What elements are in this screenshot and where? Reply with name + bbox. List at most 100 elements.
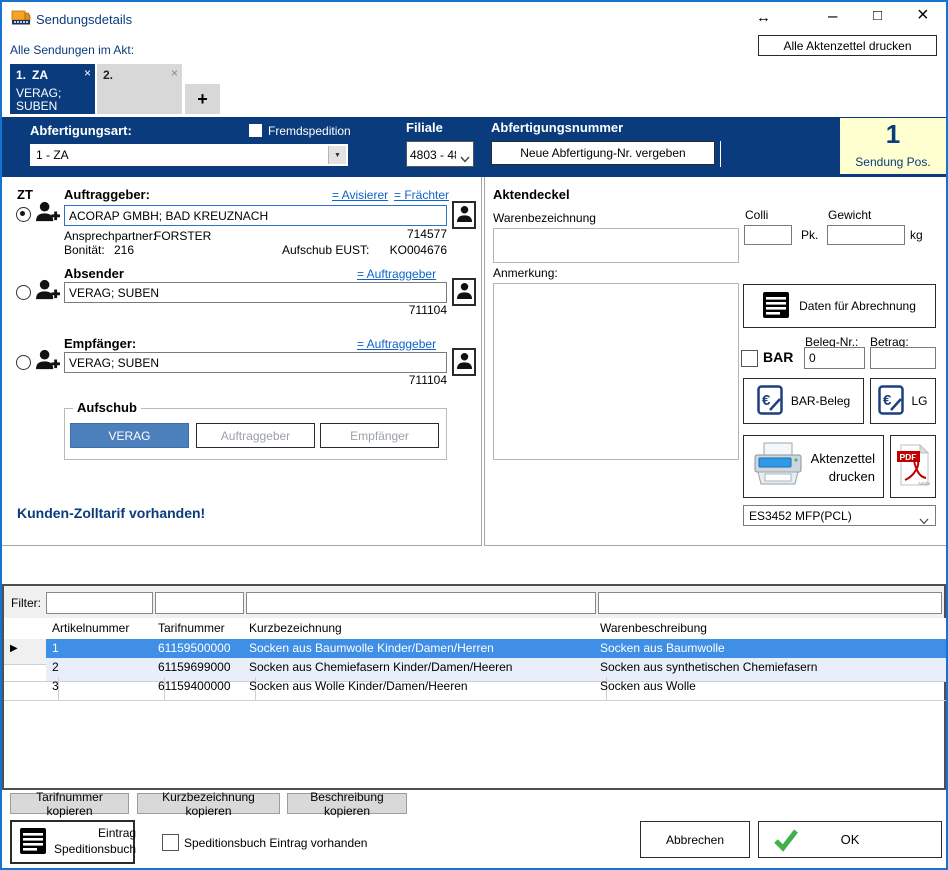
aufschub-label: Aufschub [73,400,141,415]
add-contact-icon[interactable] [35,348,60,376]
lg-label: LG [911,394,927,408]
table-row-cell[interactable]: Socken aus Wolle Kinder/Damen/Heeren [243,677,607,701]
beleg-nr-input[interactable] [804,347,865,369]
filiale-value: 4803 - 480 [410,148,456,162]
eintrag-speditionsbuch-button[interactable]: Eintrag Speditionsbuch [10,820,135,864]
svg-text:€: € [762,392,771,409]
auftraggeber-contact-button[interactable] [452,201,476,229]
aufschub-empfaenger-button[interactable]: Empfänger [320,423,439,448]
empfaenger-contact-button[interactable] [452,348,476,376]
absender-auftraggeber-link[interactable]: = Auftraggeber [357,267,436,281]
tab-1-line2: VERAG; [16,86,61,100]
dropdown-arrow-icon[interactable]: ▼ [328,146,346,164]
abfertigungsart-value: 1 - ZA [36,148,69,162]
absender-contact-button[interactable] [452,278,476,306]
daten-abrechnung-button[interactable]: Daten für Abrechnung [743,284,936,328]
filter-tarifnummer-input[interactable] [155,592,244,614]
person-icon [457,282,472,302]
aufschub-eust-label: Aufschub EUST: [282,243,369,257]
absender-radio[interactable] [16,285,31,300]
sendung-pos-label: Sendung Pos. [840,155,946,169]
auftraggeber-input[interactable] [64,205,447,226]
sendungen-im-akt-label: Alle Sendungen im Akt: [10,43,134,57]
ok-label: OK [841,832,860,847]
empfaenger-auftraggeber-link[interactable]: = Auftraggeber [357,337,436,351]
aufschub-auftraggeber-button[interactable]: Auftraggeber [196,423,315,448]
list-icon [763,292,789,321]
filter-warenbeschreibung-input[interactable] [598,592,942,614]
truck-icon [11,9,31,32]
colli-input[interactable] [744,225,792,245]
minimize-icon[interactable]: – [828,7,837,24]
pdf-button[interactable]: PDF Adobe [890,435,936,498]
bar-checkbox[interactable] [741,350,758,367]
copy-beschreibung-button[interactable]: Beschreibung kopieren [287,793,407,814]
bar-beleg-label: BAR-Beleg [791,394,850,408]
toolbar-divider [720,141,721,167]
neue-abfertigung-button[interactable]: Neue Abfertigung-Nr. vergeben [491,141,715,165]
resize-icon[interactable]: ↔ [756,10,771,25]
speditionsbuch-label: Eintrag Speditionsbuch [54,826,136,857]
tab-1-line3: SUBEN [16,99,57,113]
fraechter-link[interactable]: = Frächter [394,188,449,202]
zt-label: ZT [17,187,33,202]
ansprechpartner-value: FORSTER [154,229,211,243]
aktenzettel-label: Aktenzettel drucken [811,450,875,485]
tab-sendung-1[interactable]: 1. ZA × VERAG; SUBEN [10,64,95,114]
aufschub-verag-button[interactable]: VERAG [70,423,189,448]
sendungsdetails-window: Sendungsdetails ↔ – □ × Alle Aktenzettel… [0,0,948,870]
auftraggeber-number: 714577 [347,227,447,241]
warenbezeichnung-textarea[interactable] [493,228,739,263]
tab-1-close-icon[interactable]: × [84,66,91,80]
cancel-button[interactable]: Abbrechen [640,821,750,858]
add-tab-button[interactable]: + [185,84,220,114]
speditionsbuch-checkbox[interactable] [162,834,179,851]
gewicht-label: Gewicht [828,208,871,222]
printer-value: ES3452 MFP(PCL) [749,509,852,523]
pk-label: Pk. [801,228,818,242]
empfaenger-radio[interactable] [16,355,31,370]
copy-kurzbezeichnung-button[interactable]: Kurzbezeichnung kopieren [137,793,280,814]
gewicht-input[interactable] [827,225,905,245]
svg-text:€: € [883,392,892,409]
fremdspedition-label: Fremdspedition [268,124,351,138]
anmerkung-textarea[interactable] [493,283,739,460]
table-row-cell[interactable]: Socken aus Wolle [594,677,948,701]
speditionsbuch-checkbox-label: Speditionsbuch Eintrag vorhanden [184,836,367,850]
zolltarif-note: Kunden-Zolltarif vorhanden! [17,505,205,521]
aufschub-eust-value: KO004676 [367,243,447,257]
person-icon [457,205,472,225]
empfaenger-label: Empfänger: [64,336,136,351]
aktendeckel-title: Aktendeckel [493,187,570,202]
sendung-pos-count: 1 [840,119,946,150]
abfertigungsart-select[interactable]: 1 - ZA ▼ [30,144,348,166]
empfaenger-input[interactable] [64,352,447,373]
absender-input[interactable] [64,282,447,303]
lg-button[interactable]: € LG [870,378,936,424]
filter-kurzbezeichnung-input[interactable] [246,592,596,614]
tab-1-code: ZA [32,68,48,82]
tab-sendung-2[interactable]: 2. × [97,64,182,114]
copy-tarifnummer-button[interactable]: Tarifnummer kopieren [10,793,129,814]
fremdspedition-checkbox[interactable] [249,124,262,137]
ok-button[interactable]: OK [758,821,942,858]
tab-2-close-icon[interactable]: × [171,66,178,80]
bar-beleg-button[interactable]: € BAR-Beleg [743,378,864,424]
filiale-select[interactable]: 4803 - 480 [406,141,474,167]
print-all-aktenzettel-button[interactable]: Alle Aktenzettel drucken [758,35,937,56]
table-row-cell[interactable]: 3 [46,677,165,701]
add-contact-icon[interactable] [35,200,60,228]
maximize-icon[interactable]: □ [873,8,882,23]
printer-select[interactable]: ES3452 MFP(PCL) [743,505,936,526]
kg-label: kg [910,228,923,242]
betrag-input[interactable] [870,347,936,369]
aktenzettel-drucken-button[interactable]: Aktenzettel drucken [743,435,884,498]
filter-artikelnummer-input[interactable] [46,592,153,614]
ansprechpartner-label: Ansprechpartner: [64,229,156,243]
add-contact-icon[interactable] [35,278,60,306]
euro-receipt-icon: € [878,385,904,418]
avisierer-link[interactable]: = Avisierer [332,188,388,202]
close-icon[interactable]: × [917,5,929,25]
auftraggeber-radio[interactable] [16,207,31,222]
table-row-cell[interactable]: 61159400000 [152,677,256,701]
